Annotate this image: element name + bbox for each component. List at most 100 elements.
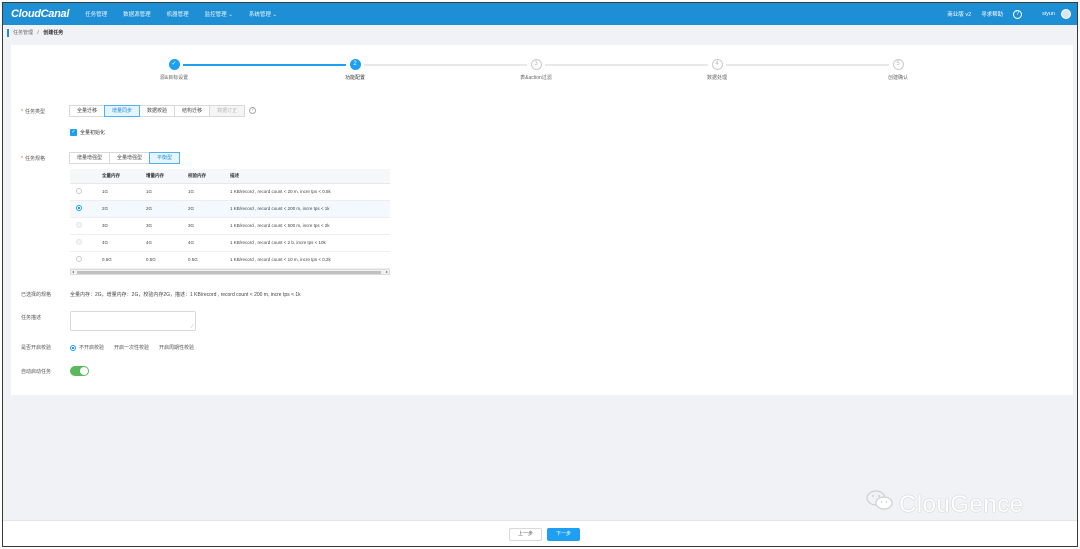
table-row: 3G 3G 3G 1 KB/record , record count < 50… xyxy=(70,217,390,235)
step-create-confirm: 5 创建确认 xyxy=(858,59,938,81)
checkbox-checked-icon[interactable]: ✓ xyxy=(70,129,77,136)
top-right-area: 商业版 v2 寻求帮助 ? siyun xyxy=(937,9,1077,19)
cell-check-memory: 1G xyxy=(182,183,224,201)
user-name[interactable]: siyun xyxy=(1042,11,1055,17)
selected-spec-value: 全量内存：2G，增量内存：2G，校验内存2G，描述：1 KB/record , … xyxy=(70,292,301,298)
table-header-description: 描述 xyxy=(224,169,390,184)
cell-incr-memory: 4G xyxy=(140,234,182,252)
nav-system-management[interactable]: 系统管理 ⌄ xyxy=(249,10,277,18)
selected-spec-label: 已选择的规格 xyxy=(21,292,52,298)
verify-option-periodic[interactable]: 开启周期性校验 xyxy=(159,344,194,351)
task-description-label: 任务描述 xyxy=(21,315,42,321)
verify-option-none[interactable]: 不开启校验 xyxy=(70,344,104,351)
cell-full-memory: 1G xyxy=(96,183,140,201)
cell-full-memory: 3G xyxy=(96,217,140,235)
check-icon: ✓ xyxy=(168,59,180,70)
radio-selected-icon[interactable] xyxy=(70,344,76,351)
nav-machine-management[interactable]: 机器管理 xyxy=(167,10,189,18)
nav-datasource-management[interactable]: 数据源管理 xyxy=(123,10,151,18)
spec-table: 全量内存 增量内存 校验内存 描述 1G 1G 1G 1 KB/record ,… xyxy=(70,169,390,269)
table-row[interactable]: 1G 1G 1G 1 KB/record , record count < 20… xyxy=(70,183,390,201)
cell-check-memory: 4G xyxy=(182,234,224,252)
row-radio[interactable] xyxy=(76,205,82,211)
spec-full-enhanced[interactable]: 全量增强型 xyxy=(109,152,151,164)
task-spec-label: * 任务规格 xyxy=(21,156,45,162)
help-icon[interactable]: ? xyxy=(1013,9,1023,19)
table-row: 4G 4G 4G 1 KB/record , record count < 2 … xyxy=(70,234,390,252)
cell-incr-memory: 2G xyxy=(140,200,182,218)
cell-incr-memory: 1G xyxy=(140,183,182,201)
task-type-data-verify[interactable]: 数据校验 xyxy=(139,105,176,117)
nav-monitor-management[interactable]: 监控管理 ⌄ xyxy=(205,10,233,18)
nav-task-management[interactable]: 任务管理 xyxy=(85,10,107,18)
task-type-incremental-sync[interactable]: 增量同步 xyxy=(104,105,141,117)
scrollbar-thumb[interactable] xyxy=(77,271,381,274)
task-type-selector: 全量迁移 增量同步 数据校验 结构迁移 数据订正 xyxy=(69,105,246,117)
cell-description: 1 KB/record , record count < 500 m, incr… xyxy=(224,217,390,235)
row-radio[interactable] xyxy=(76,188,82,194)
next-step-button[interactable]: 下一步 xyxy=(547,528,581,541)
scroll-left-arrow-icon[interactable]: ◂ xyxy=(72,269,74,274)
cell-check-memory: 0.5G xyxy=(182,251,224,269)
watermark-text: ClouGence xyxy=(899,491,1024,518)
app-frame: CloudCanal 任务管理 数据源管理 机器管理 监控管理 ⌄ 系统管理 ⌄… xyxy=(2,2,1078,547)
step-label: 数据处理 xyxy=(706,75,727,81)
cell-full-memory: 0.5G xyxy=(96,251,140,269)
breadcrumb-separator: / xyxy=(37,30,39,36)
auto-start-toggle[interactable] xyxy=(70,366,89,376)
cell-description: 1 KB/record , record count < 10 m, incre… xyxy=(224,251,390,269)
help-link[interactable]: 寻求帮助 xyxy=(981,10,1003,18)
scroll-right-arrow-icon[interactable]: ▸ xyxy=(386,269,388,274)
cell-description: 1 KB/record , record count < 20 m, incre… xyxy=(224,183,390,201)
task-type-data-correction: 数据订正 xyxy=(209,105,246,117)
task-type-full-migration[interactable]: 全量迁移 xyxy=(69,105,106,117)
toggle-knob xyxy=(80,367,88,375)
breadcrumb: 任务管理 / 创建任务 xyxy=(7,29,63,37)
main-panel: ✓ 源&目标设置 2 功能配置 3 表&action过滤 4 数据处理 5 创建… xyxy=(11,45,1073,395)
spec-balanced[interactable]: 平衡型 xyxy=(149,152,181,164)
cell-full-memory: 4G xyxy=(96,234,140,252)
step-label: 创建确认 xyxy=(887,75,908,81)
breadcrumb-parent[interactable]: 任务管理 xyxy=(13,30,33,36)
auto-start-label: 自动启动任务 xyxy=(21,369,52,375)
cell-description: 1 KB/record , record count < 2 b, incre … xyxy=(224,234,390,252)
step-label: 源&目标设置 xyxy=(159,75,189,81)
verify-radio-group: 不开启校验 开启一次性校验 开启周期性校验 xyxy=(70,344,204,351)
table-horizontal-scrollbar[interactable]: ◂ ▸ xyxy=(70,269,390,275)
table-header-full-memory: 全量内存 xyxy=(96,169,140,184)
step-number: 4 xyxy=(711,59,723,70)
cell-description: 1 KB/record , record count < 200 m, incr… xyxy=(224,200,390,218)
row-radio xyxy=(76,239,82,245)
app-logo[interactable]: CloudCanal xyxy=(11,8,69,20)
step-table-action-filter: 3 表&action过滤 xyxy=(496,59,576,81)
table-header-row: 全量内存 增量内存 校验内存 描述 xyxy=(70,169,390,184)
question-icon[interactable]: ? xyxy=(249,107,256,114)
cell-incr-memory: 0.5G xyxy=(140,251,182,269)
edition-label: 商业版 v2 xyxy=(947,12,972,18)
step-label: 表&action过滤 xyxy=(520,75,552,81)
top-navbar: CloudCanal 任务管理 数据源管理 机器管理 监控管理 ⌄ 系统管理 ⌄… xyxy=(3,3,1077,25)
table-header-incr-memory: 增量内存 xyxy=(140,169,182,184)
table-row[interactable]: 2G 2G 2G 1 KB/record , record count < 20… xyxy=(70,200,390,218)
step-data-processing: 4 数据处理 xyxy=(677,59,757,81)
wechat-icon xyxy=(866,490,893,510)
wizard-steps: ✓ 源&目标设置 2 功能配置 3 表&action过滤 4 数据处理 5 创建… xyxy=(11,59,1073,89)
avatar[interactable] xyxy=(1061,9,1071,19)
table-header-select xyxy=(70,169,96,184)
task-spec-selector: 增量增强型 全量增强型 平衡型 xyxy=(69,152,181,164)
step-label: 功能配置 xyxy=(344,75,365,81)
prev-step-button[interactable]: 上一步 xyxy=(509,528,543,541)
verify-label: 是否开启校验 xyxy=(21,345,52,351)
step-number: 2 xyxy=(349,59,361,70)
step-number: 3 xyxy=(530,59,542,70)
table-row[interactable]: 0.5G 0.5G 0.5G 1 KB/record , record coun… xyxy=(70,251,390,269)
cell-check-memory: 2G xyxy=(182,200,224,218)
spec-incremental-enhanced[interactable]: 增量增强型 xyxy=(69,152,111,164)
task-type-structure-migration[interactable]: 结构迁移 xyxy=(174,105,211,117)
row-radio[interactable] xyxy=(76,256,82,262)
verify-option-once[interactable]: 开启一次性校验 xyxy=(114,344,149,351)
resize-handle-icon[interactable]: ⟋ xyxy=(190,324,194,330)
full-init-checkbox[interactable]: ✓ 全量初始化 xyxy=(70,129,105,136)
breadcrumb-current: 创建任务 xyxy=(43,30,64,36)
task-description-input[interactable]: ⟋ xyxy=(70,311,196,331)
